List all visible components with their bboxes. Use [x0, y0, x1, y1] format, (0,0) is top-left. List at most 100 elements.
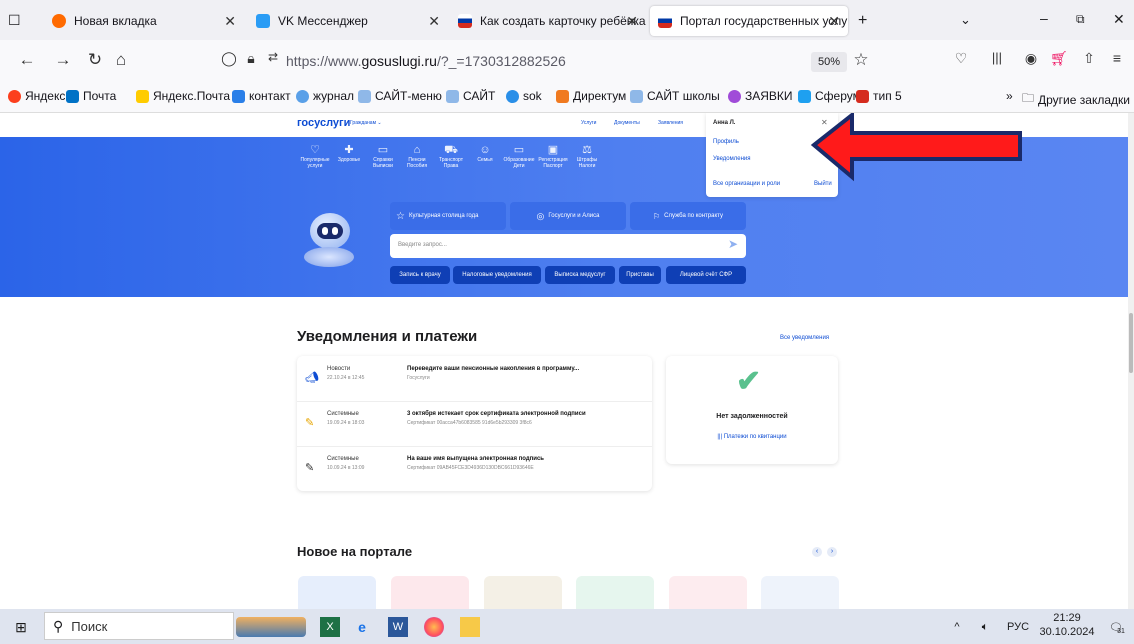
category-health[interactable]: ✚ Здоровье: [331, 145, 367, 164]
notifications-link[interactable]: Уведомления: [713, 156, 751, 162]
excel-icon[interactable]: X: [320, 617, 340, 637]
ie-icon[interactable]: e: [352, 617, 372, 637]
other-bookmarks[interactable]: 🗀︎ Другие закладки: [1022, 89, 1130, 110]
bookmark-journal[interactable]: журнал: [296, 89, 354, 103]
bookmark-contact[interactable]: контакт: [232, 89, 291, 103]
promo-alisa[interactable]: ◎ Госуслуги и Алиса: [510, 202, 626, 230]
bookmark-sferum[interactable]: Сферум: [798, 89, 861, 103]
bookmark-site-menu[interactable]: САЙТ-меню: [358, 89, 442, 103]
list-item[interactable]: ✎ Системные 10.09.24 в 13:09 На ваше имя…: [297, 446, 652, 492]
minimize-icon[interactable]: –: [1040, 10, 1048, 26]
zoom-level[interactable]: 50%: [811, 52, 847, 72]
close-icon[interactable]: ✕: [828, 13, 840, 30]
bookmark-directum[interactable]: Директум: [556, 89, 626, 103]
word-icon[interactable]: W: [388, 617, 408, 637]
category-fines[interactable]: ⚖ Штрафы Налоги: [569, 145, 605, 170]
news-tile[interactable]: [576, 576, 654, 609]
back-icon[interactable]: ←: [16, 50, 38, 70]
promo-contract-service[interactable]: ⚐ Служба по контракту: [630, 202, 746, 230]
library-icon[interactable]: |||: [986, 50, 1008, 65]
close-icon[interactable]: ✕: [626, 13, 638, 30]
pocket-icon[interactable]: ♡: [950, 50, 972, 67]
bookmark-requests[interactable]: ЗАЯВКИ: [728, 89, 793, 103]
news-tile[interactable]: [484, 576, 562, 609]
weather-icon[interactable]: [236, 617, 306, 637]
home-icon[interactable]: ⌂: [110, 50, 132, 70]
top-link-applications[interactable]: Заявления: [658, 120, 683, 126]
tab-gosuslugi[interactable]: Портал государственных услуг ✕: [650, 6, 848, 36]
lock-icon[interactable]: 🔒︎: [240, 50, 262, 67]
list-item[interactable]: ✎ Системные 19.09.24 в 18:03 3 октября и…: [297, 401, 652, 447]
page-scrollbar[interactable]: [1128, 113, 1134, 609]
tray-chevron-icon[interactable]: ^: [950, 617, 964, 637]
carousel-prev-icon[interactable]: ‹: [812, 547, 822, 557]
quick-medical[interactable]: Выписка медуслуг: [545, 266, 615, 284]
tab-list-icon[interactable]: ☐: [8, 12, 21, 29]
bookmark-school-site[interactable]: САЙТ школы: [630, 89, 720, 103]
profile-link[interactable]: Профиль: [713, 139, 739, 145]
bookmark-sok[interactable]: sok: [506, 89, 542, 103]
explorer-icon[interactable]: [460, 617, 480, 637]
address-bar[interactable]: https://www.gosuslugi.ru/?_=173031288252…: [286, 53, 566, 69]
reload-icon[interactable]: ↻: [84, 50, 106, 70]
language-indicator[interactable]: РУС: [1003, 617, 1033, 637]
category-transport[interactable]: ⛟ Транспорт Права: [433, 145, 469, 170]
category-education[interactable]: ▭ Образование Дети: [501, 145, 537, 170]
search-input[interactable]: Введите запрос...: [398, 242, 447, 248]
quick-sfr[interactable]: Лицевой счёт СФР: [666, 266, 746, 284]
top-link-documents[interactable]: Документы: [614, 120, 640, 126]
category-popular[interactable]: ♡ Популярные услуги: [297, 145, 333, 170]
bookmark-yandex-mail[interactable]: Яндекс.Почта: [136, 89, 230, 103]
permissions-icon[interactable]: ⇄: [262, 50, 284, 64]
close-icon[interactable]: ✕: [224, 13, 236, 30]
tab-vk[interactable]: VK Мессенджер ✕: [248, 6, 448, 36]
taskbar-search[interactable]: ⚲ Поиск: [44, 612, 234, 640]
close-window-icon[interactable]: ✕: [1113, 11, 1125, 28]
chevron-down-icon[interactable]: ⌄: [960, 12, 971, 28]
menu-icon[interactable]: ≡: [1106, 50, 1128, 66]
close-icon[interactable]: ✕: [428, 13, 440, 30]
bookmark-yandex[interactable]: Яндекс: [8, 89, 65, 103]
category-certificates[interactable]: ▭ Справки Выписки: [365, 145, 401, 170]
carousel-next-icon[interactable]: ›: [827, 547, 837, 557]
share-icon[interactable]: ⇧: [1078, 50, 1100, 67]
account-icon[interactable]: ◉: [1020, 50, 1042, 67]
orgs-link[interactable]: Все организации и роли: [713, 181, 780, 187]
news-tile[interactable]: [391, 576, 469, 609]
bookmark-type5[interactable]: тип 5: [856, 89, 902, 103]
quick-tax[interactable]: Налоговые уведомления: [453, 266, 541, 284]
audience-selector[interactable]: Гражданам ⌄: [350, 120, 382, 126]
news-tile[interactable]: [298, 576, 376, 609]
news-tile[interactable]: [669, 576, 747, 609]
site-logo[interactable]: госуслуги: [297, 117, 350, 129]
clock[interactable]: 21:29 30.10.2024: [1035, 611, 1099, 639]
quick-bailiffs[interactable]: Приставы: [619, 266, 661, 284]
list-item[interactable]: 📣︎ Новости 22.10.24 в 12:45 Переведите в…: [297, 356, 652, 402]
firefox-icon[interactable]: [424, 617, 444, 637]
cart-icon[interactable]: 🛒︎: [1048, 50, 1070, 67]
notification-center-icon[interactable]: 🗨︎ 31: [1106, 617, 1128, 637]
receipt-payments-link[interactable]: ||| Платежи по квитанции: [666, 434, 838, 440]
category-registration[interactable]: ▣ Регистрация Паспорт: [535, 145, 571, 170]
top-link-services[interactable]: Услуги: [581, 120, 596, 126]
shield-icon[interactable]: ◯: [218, 50, 240, 67]
promo-culture-capital[interactable]: ☆ Культурная столица года: [390, 202, 506, 230]
tab-child-card[interactable]: Как создать карточку ребёнка ✕: [450, 6, 646, 36]
tab-new[interactable]: Новая вкладка ✕: [44, 6, 244, 36]
bookmark-mail[interactable]: Почта: [66, 89, 116, 103]
category-family[interactable]: ☺ Семья: [467, 145, 503, 164]
restore-icon[interactable]: ⧉: [1076, 12, 1085, 27]
news-tile[interactable]: [761, 576, 839, 609]
send-icon[interactable]: ➤: [728, 237, 738, 251]
forward-icon[interactable]: →: [52, 50, 74, 70]
category-pensions[interactable]: ⌂ Пенсии Пособия: [399, 145, 435, 170]
quick-doctor[interactable]: Запись к врачу: [390, 266, 450, 284]
start-icon[interactable]: ⊞: [10, 617, 32, 637]
new-tab-icon[interactable]: +: [858, 12, 867, 30]
bookmark-star-icon[interactable]: ☆: [850, 50, 872, 70]
bookmark-site[interactable]: САЙТ: [446, 89, 495, 103]
bookmarks-overflow-icon[interactable]: »: [1006, 89, 1013, 103]
volume-icon[interactable]: 🔈︎: [975, 617, 995, 637]
all-notifications-link[interactable]: Все уведомления: [780, 335, 829, 341]
search-box[interactable]: Введите запрос... ➤: [390, 234, 746, 258]
